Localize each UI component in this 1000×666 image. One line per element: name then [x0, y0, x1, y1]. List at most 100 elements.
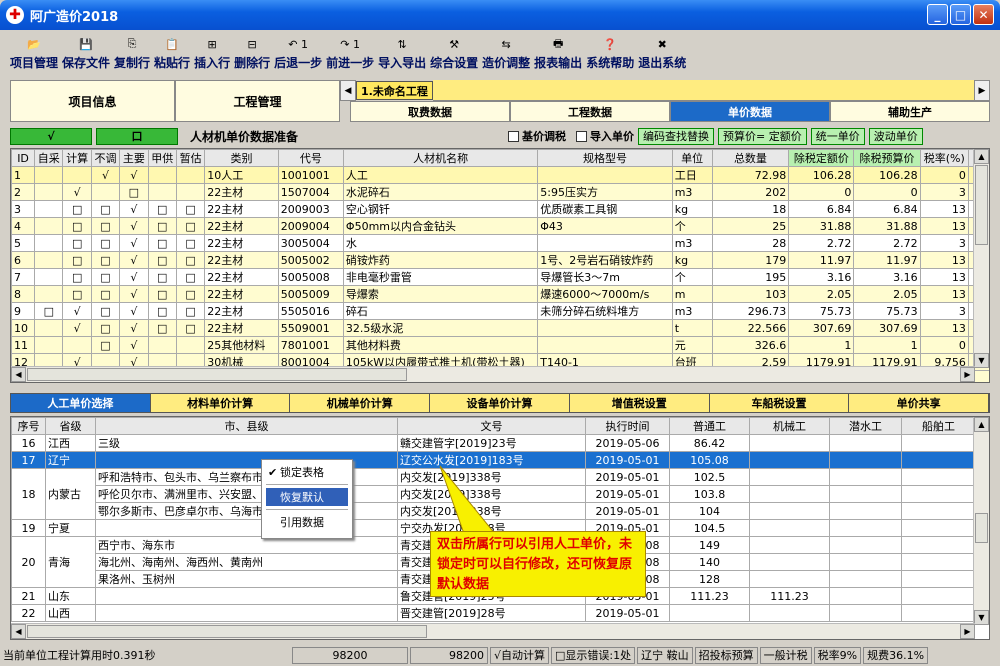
table-row[interactable]: 8 □ □ √ □ □ 22主材 5005009 导爆索 爆速6000～7000m/s m 103 2.… [11, 285, 989, 303]
table-cell[interactable]: 28 [711, 234, 790, 252]
table-cell[interactable]: 3.16 [853, 268, 921, 286]
table-cell[interactable] [147, 166, 177, 184]
table-cell[interactable]: □ [90, 217, 121, 235]
tab-scroll-left-icon[interactable]: ◀ [340, 80, 356, 101]
upper-header[interactable]: 规格型号 [537, 149, 673, 167]
table-cell[interactable]: □ [175, 302, 206, 320]
table-cell[interactable]: 1号、2号岩石硝铵炸药 [537, 251, 673, 269]
table-cell[interactable] [829, 434, 902, 452]
table-cell[interactable]: 1001001 [277, 166, 344, 184]
table-cell[interactable] [749, 536, 830, 554]
table-cell[interactable]: 2019-05-01 [585, 451, 670, 469]
table-cell[interactable]: 202 [711, 183, 790, 201]
upper-header[interactable]: 总数量 [711, 149, 790, 167]
table-cell[interactable]: □ [147, 217, 177, 235]
table-cell[interactable]: 21 [11, 587, 46, 605]
table-cell[interactable]: 22主材 [204, 200, 279, 218]
table-cell[interactable]: √ [119, 285, 149, 303]
table-cell[interactable]: 31.88 [788, 217, 855, 235]
table-cell[interactable]: □ [175, 217, 206, 235]
table-cell[interactable]: □ [147, 251, 177, 269]
table-cell[interactable]: 2.05 [853, 285, 921, 303]
table-cell[interactable]: 导爆管长3～7m [537, 268, 673, 286]
lower-hscroll[interactable]: ◀ ▶ [11, 623, 975, 639]
toolbar-undo-button[interactable]: ↶ 1 后退一步 [274, 30, 322, 76]
toolbar-paste-button[interactable]: 📋 粘贴行 [154, 30, 190, 76]
table-cell[interactable] [34, 319, 64, 337]
table-cell[interactable] [901, 502, 976, 520]
table-cell[interactable]: 307.69 [788, 319, 855, 337]
lower-header[interactable]: 船舶工 [901, 417, 976, 435]
table-cell[interactable]: 13 [919, 285, 969, 303]
table-cell[interactable]: 导爆索 [342, 285, 539, 303]
table-cell[interactable] [829, 553, 902, 571]
upper-vscroll[interactable]: ▲ ▼ [973, 149, 989, 368]
table-cell[interactable]: 内蒙古 [45, 468, 96, 520]
lower-vscroll[interactable]: ▲ ▼ [973, 417, 989, 625]
upper-header[interactable]: 主要 [119, 149, 149, 167]
subtab-3[interactable]: 辅助生产 [830, 101, 990, 122]
table-cell[interactable]: 水泥碎石 [342, 183, 539, 201]
status-show-error[interactable]: □显示错误:1处 [551, 646, 636, 664]
table-cell[interactable]: 111.23 [669, 587, 750, 605]
middle-tab-0[interactable]: 人工单价选择 [11, 394, 151, 412]
table-cell[interactable]: 22主材 [204, 302, 279, 320]
upper-header[interactable]: 暂估 [175, 149, 206, 167]
table-row[interactable]: 10 √ □ √ □ □ 22主材 5509001 32.5级水泥 t 22.566 307.69 30… [11, 319, 989, 337]
table-cell[interactable] [34, 183, 64, 201]
middle-tab-3[interactable]: 设备单价计算 [430, 394, 570, 412]
table-cell[interactable] [34, 268, 64, 286]
table-cell[interactable] [901, 434, 976, 452]
table-cell[interactable] [901, 536, 976, 554]
table-cell[interactable]: 3 [11, 200, 36, 218]
table-cell[interactable]: 3 [919, 183, 969, 201]
check-all-button[interactable]: √ [10, 127, 92, 145]
table-cell[interactable] [34, 217, 64, 235]
table-cell[interactable]: 195 [711, 268, 790, 286]
table-cell[interactable]: 6 [11, 251, 36, 269]
table-cell[interactable] [34, 251, 64, 269]
table-cell[interactable]: 海北州、海南州、海西州、黄南州 [95, 553, 398, 571]
menu-restore-default[interactable]: 恢复默认 [266, 488, 348, 506]
table-row[interactable]: 22 山西 晋交建管[2019]28号 2019-05-01 [11, 604, 976, 622]
table-cell[interactable] [175, 183, 206, 201]
table-cell[interactable]: 22主材 [204, 285, 279, 303]
table-row[interactable]: 呼伦贝尔市、满洲里市、兴安盟、通辽市 内交发[2019]338号 2019-05-0… [12, 485, 976, 503]
table-cell[interactable] [147, 336, 177, 354]
table-cell[interactable]: 18 [11, 468, 46, 520]
table-cell[interactable]: 11.97 [853, 251, 921, 269]
table-cell[interactable] [90, 183, 121, 201]
table-row[interactable]: 鄂尔多斯市、巴彦卓尔市、乌海市 内交发[2019]338号 2019-05-01 10… [12, 502, 976, 520]
table-cell[interactable]: 0 [919, 336, 969, 354]
toolbar-exit-button[interactable]: ✖ 退出系统 [638, 30, 686, 76]
toolbar-copy-button[interactable]: ⎘ 复制行 [114, 30, 150, 76]
table-cell[interactable]: 2009004 [277, 217, 344, 235]
table-cell[interactable] [829, 587, 902, 605]
table-row[interactable]: 1√√10人工1001001人工工日72.98106.28106.2801 [11, 166, 989, 184]
table-cell[interactable]: 13 [919, 217, 969, 235]
table-cell[interactable]: 31.88 [853, 217, 921, 235]
table-cell[interactable]: √ [62, 302, 92, 320]
upper-header[interactable]: 单位 [671, 149, 713, 167]
table-cell[interactable] [34, 166, 64, 184]
upper-header[interactable]: 自采 [34, 149, 64, 167]
table-row[interactable]: 11 □ √ 25其他材料 7801001 其他材料费元 326.6 1 1 0 [11, 336, 989, 354]
unify-price-button[interactable]: 统一单价 [810, 127, 865, 145]
table-cell[interactable]: 16 [11, 434, 46, 452]
table-cell[interactable] [537, 319, 673, 337]
close-button[interactable]: ✕ [973, 4, 994, 25]
table-cell[interactable]: □ [62, 200, 92, 218]
tab-project-info[interactable]: 项目信息 [10, 80, 175, 122]
table-cell[interactable]: 水 [342, 234, 539, 252]
labor-price-grid[interactable]: 序号 省级 市、县级 文号 执行时间 普通工 机械工 潜水工 船舶工 16 江西 三级 赣交建管字[20… [10, 416, 990, 640]
table-cell[interactable]: 149 [669, 536, 750, 554]
table-cell[interactable] [749, 451, 830, 469]
table-cell[interactable]: 19 [11, 519, 46, 537]
table-cell[interactable]: 103 [711, 285, 790, 303]
lower-header[interactable]: 省级 [45, 417, 96, 435]
table-cell[interactable]: 11 [11, 336, 36, 354]
table-cell[interactable] [95, 604, 398, 622]
table-cell[interactable]: 1 [853, 336, 921, 354]
table-cell[interactable] [901, 485, 976, 503]
table-cell[interactable]: 0 [853, 183, 921, 201]
